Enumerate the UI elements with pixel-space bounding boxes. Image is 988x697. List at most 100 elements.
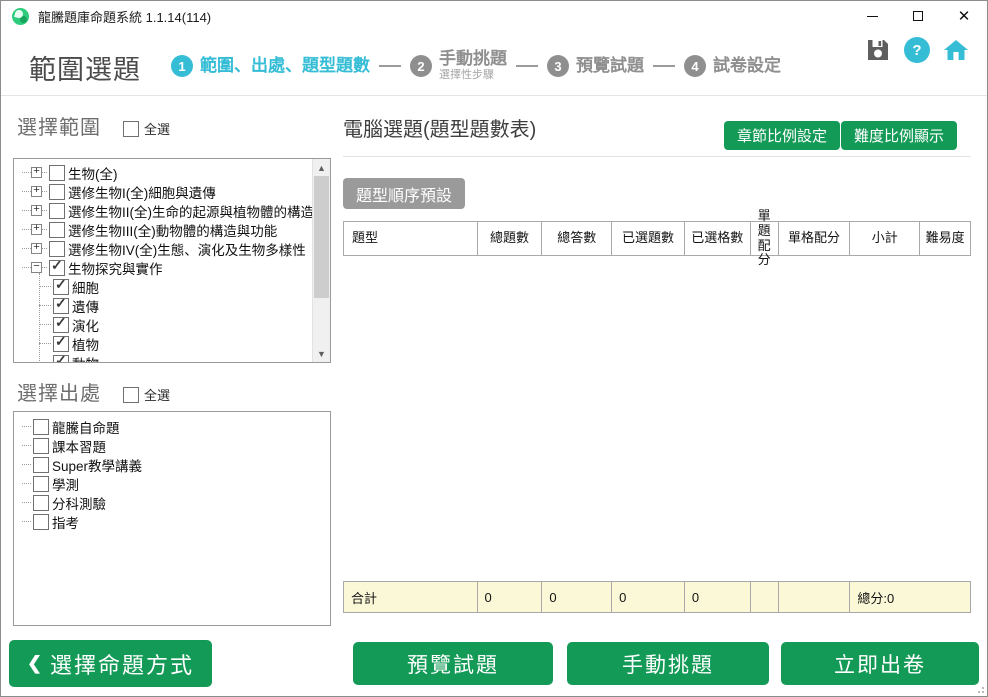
source-item[interactable]: 學測 <box>22 474 330 493</box>
source-item-label: Super教學講義 <box>52 455 142 475</box>
header-icons: ? <box>865 37 969 63</box>
resize-grip[interactable] <box>974 683 984 693</box>
column-header: 總題數 <box>478 222 543 255</box>
footer-total-label: 合計 <box>344 582 478 612</box>
tree-item[interactable]: ✓演化 <box>39 315 313 334</box>
tree-children: ✓細胞✓遺傳✓演化✓植物✓動物 <box>39 277 313 362</box>
column-header: 單格配分 <box>779 222 851 255</box>
source-item[interactable]: 龍騰自命題 <box>22 417 330 436</box>
tree-item[interactable]: −✓ 生物探究與實作 <box>22 258 313 277</box>
tree-branch-line <box>39 305 51 307</box>
maximize-button[interactable] <box>895 1 941 31</box>
tree-item[interactable]: ✓植物 <box>39 334 313 353</box>
tree-item-label: 生物探究與實作 <box>68 258 163 278</box>
source-item[interactable]: 課本習題 <box>22 436 330 455</box>
help-button[interactable]: ? <box>904 37 930 63</box>
collapse-icon[interactable]: − <box>31 262 42 273</box>
range-tree: + 生物(全)+選修生物I(全)細胞與遺傳+選修生物II(全)生命的起源與植物體的… <box>14 159 313 362</box>
home-button[interactable] <box>943 37 969 63</box>
expand-icon[interactable]: + <box>31 186 42 197</box>
tree-item[interactable]: + 生物(全) <box>22 163 313 182</box>
scrollbar-thumb[interactable] <box>314 176 329 298</box>
expand-icon[interactable]: + <box>31 243 42 254</box>
tree-item-checkbox[interactable]: ✓ <box>53 279 69 295</box>
tree-item-label: 生物(全) <box>68 163 118 183</box>
tree-item[interactable]: ✓動物 <box>39 353 313 362</box>
step-2[interactable]: 2手動挑題選擇性步驟 <box>410 50 507 82</box>
source-item-checkbox[interactable] <box>33 476 49 492</box>
step-label: 範圍、出處、題型題數 <box>200 57 370 76</box>
tree-branch-line <box>42 248 47 250</box>
tree-branch-line <box>39 324 51 326</box>
tree-item[interactable]: +選修生物I(全)細胞與遺傳 <box>22 182 313 201</box>
tree-item-checkbox[interactable] <box>49 222 65 238</box>
tree-branch-line <box>42 172 47 174</box>
difficulty-ratio-button[interactable]: 難度比例顯示 <box>841 121 957 150</box>
range-select-all-checkbox[interactable] <box>123 121 139 137</box>
source-item-checkbox[interactable] <box>33 514 49 530</box>
tree-branch-line <box>22 248 31 250</box>
check-mark-icon: ✓ <box>51 258 63 272</box>
tree-item-checkbox[interactable]: ✓ <box>53 355 69 363</box>
step-1[interactable]: 1範圍、出處、題型題數 <box>171 55 370 77</box>
scroll-up-icon[interactable]: ▲ <box>313 159 330 176</box>
range-select-all[interactable]: 全選 <box>123 119 170 138</box>
tree-item-checkbox[interactable]: ✓ <box>49 260 65 276</box>
manual-pick-button[interactable]: 手動挑題 <box>567 642 769 685</box>
close-button[interactable]: ✕ <box>941 1 987 31</box>
tree-branch-line <box>22 172 31 174</box>
save-button[interactable] <box>865 37 891 63</box>
source-select-all-checkbox[interactable] <box>123 387 139 403</box>
main-divider <box>343 156 971 157</box>
expand-icon[interactable]: + <box>31 224 42 235</box>
question-table-header: 題型總題數總答數已選題數已選格數單題配分單格配分小計難易度 <box>343 221 971 256</box>
range-select-all-label: 全選 <box>144 119 170 138</box>
minimize-icon <box>867 16 878 17</box>
step-connector <box>379 65 401 67</box>
window-title: 龍騰題庫命題系統 1.1.14(114) <box>38 7 211 26</box>
tree-branch-line <box>22 210 31 212</box>
tree-item[interactable]: +選修生物IV(全)生態、演化及生物多樣性 <box>22 239 313 258</box>
source-select-all-label: 全選 <box>144 385 170 404</box>
step-number-badge: 4 <box>684 55 706 77</box>
step-4[interactable]: 4試卷設定 <box>684 55 781 77</box>
save-icon <box>866 38 890 62</box>
back-to-method-button[interactable]: ❮ 選擇命題方式 <box>9 640 212 687</box>
source-select-all[interactable]: 全選 <box>123 385 170 404</box>
source-item[interactable]: 指考 <box>22 512 330 531</box>
tree-item-checkbox[interactable]: ✓ <box>53 298 69 314</box>
tree-item[interactable]: ✓細胞 <box>39 277 313 296</box>
source-item-checkbox[interactable] <box>33 438 49 454</box>
tree-item-checkbox[interactable] <box>49 241 65 257</box>
source-item[interactable]: Super教學講義 <box>22 455 330 474</box>
step-3[interactable]: 3預覽試題 <box>547 55 644 77</box>
minimize-button[interactable] <box>849 1 895 31</box>
tree-item-checkbox[interactable] <box>49 203 65 219</box>
preview-questions-button[interactable]: 預覽試題 <box>353 642 553 685</box>
tree-branch-line <box>22 267 31 269</box>
tree-branch-line <box>22 502 31 504</box>
tree-branch-line <box>39 343 51 345</box>
tree-scrollbar[interactable]: ▲ ▼ <box>312 159 330 362</box>
type-order-button[interactable]: 題型順序預設 <box>343 178 465 209</box>
tree-item-checkbox[interactable] <box>49 165 65 181</box>
tree-branch-line <box>22 426 31 428</box>
source-item[interactable]: 分科測驗 <box>22 493 330 512</box>
tree-item[interactable]: +選修生物III(全)動物體的構造與功能 <box>22 220 313 239</box>
tree-item-checkbox[interactable] <box>49 184 65 200</box>
source-item-checkbox[interactable] <box>33 457 49 473</box>
tree-item[interactable]: +選修生物II(全)生命的起源與植物體的構造與功能 <box>22 201 313 220</box>
generate-paper-button[interactable]: 立即出卷 <box>781 642 979 685</box>
expand-icon[interactable]: + <box>31 205 42 216</box>
check-mark-icon: ✓ <box>55 315 67 329</box>
tree-branch-line <box>42 210 47 212</box>
tree-item[interactable]: ✓遺傳 <box>39 296 313 315</box>
chapter-ratio-button[interactable]: 章節比例設定 <box>724 121 840 150</box>
tree-item-checkbox[interactable]: ✓ <box>53 317 69 333</box>
source-item-checkbox[interactable] <box>33 495 49 511</box>
expand-icon[interactable]: + <box>31 167 42 178</box>
source-list: 龍騰自命題課本習題Super教學講義學測分科測驗指考 <box>14 412 330 625</box>
source-item-checkbox[interactable] <box>33 419 49 435</box>
tree-item-checkbox[interactable]: ✓ <box>53 336 69 352</box>
scroll-down-icon[interactable]: ▼ <box>313 345 330 362</box>
